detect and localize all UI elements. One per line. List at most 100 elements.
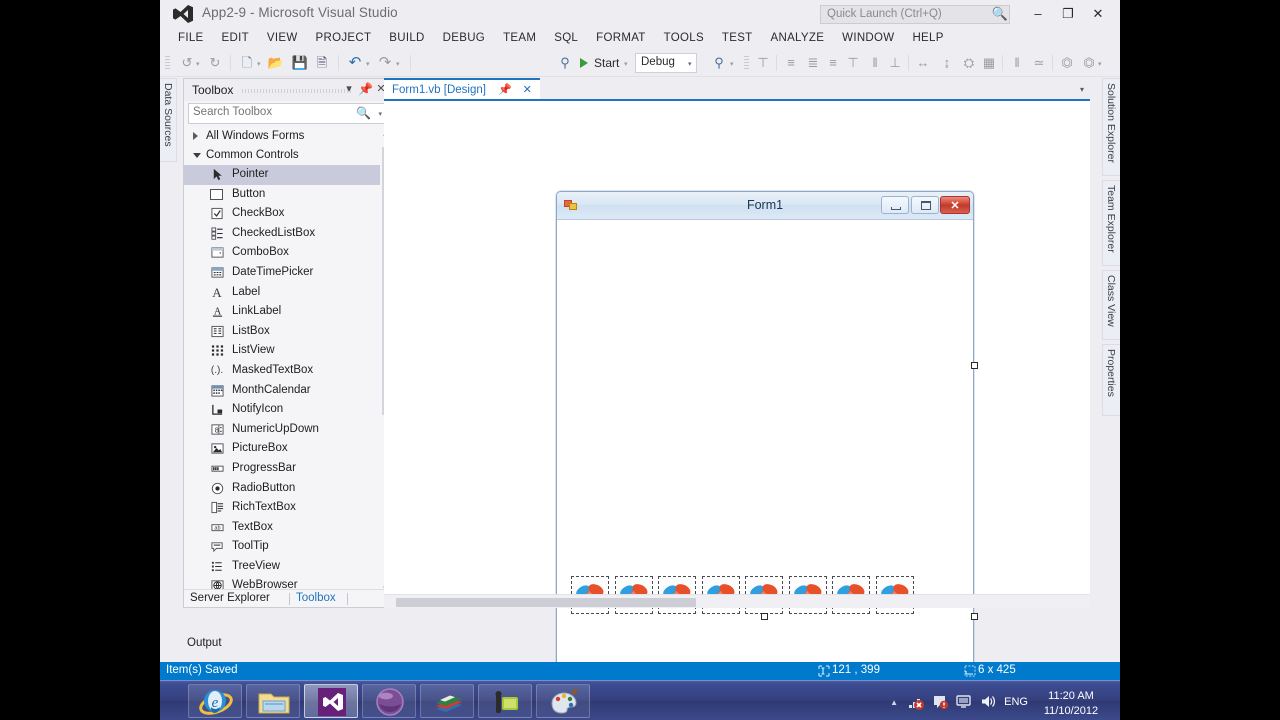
chevron-down-icon[interactable]: ▾ <box>342 82 356 95</box>
align-lefts-icon[interactable]: ≡ <box>782 54 800 72</box>
toolbox-search-box[interactable]: 🔍 ▾ <box>188 103 388 124</box>
sidebar-item-properties[interactable]: Properties <box>1102 344 1120 416</box>
toolbox-item-tooltip[interactable]: ToolTip <box>184 537 392 557</box>
display-icon[interactable] <box>955 693 972 710</box>
chevron-down-icon[interactable]: ▾ <box>1080 85 1084 94</box>
tab-server-explorer[interactable]: Server Explorer <box>190 592 270 604</box>
taskbar-file-explorer[interactable] <box>246 684 300 718</box>
toolbox-group-common-controls[interactable]: Common Controls <box>184 146 392 165</box>
window-minimize-button[interactable]: – <box>1024 4 1052 24</box>
language-indicator[interactable]: ENG <box>1004 696 1028 708</box>
chevron-down-icon[interactable]: ▾ <box>688 60 692 68</box>
form1-design-object[interactable]: Form1 ✕ <box>556 191 974 692</box>
menu-item-sql[interactable]: SQL <box>545 30 587 46</box>
format-toolbar-grip[interactable] <box>744 56 749 70</box>
start-caret-icon[interactable]: ▾ <box>624 60 628 68</box>
navigate-to-caret-icon[interactable]: ▾ <box>730 60 734 68</box>
menu-item-file[interactable]: FILE <box>174 30 213 46</box>
align-middles-icon[interactable]: ‖ <box>866 54 884 72</box>
toolbox-item-textbox[interactable]: ab TextBox <box>184 518 392 538</box>
find-in-files-icon[interactable]: ⚲ <box>556 54 574 72</box>
save-all-icon[interactable]: 🗎 <box>313 54 331 72</box>
toolbox-item-monthcalendar[interactable]: MonthCalendar <box>184 381 392 401</box>
bring-to-front-icon[interactable]: ⏣ <box>1058 54 1076 72</box>
resize-handle-bottom-right[interactable] <box>971 613 978 620</box>
show-hidden-icons-button[interactable]: ▲ <box>890 698 898 707</box>
menu-item-help[interactable]: HELP <box>903 30 952 46</box>
toolbox-item-label[interactable]: A Label <box>184 283 392 303</box>
close-icon[interactable]: ✕ <box>523 84 532 96</box>
open-file-icon[interactable]: 📂 <box>267 54 285 72</box>
search-icon[interactable]: 🔍 <box>992 6 1008 22</box>
toolbar-grip[interactable] <box>165 56 170 70</box>
toolbox-item-button[interactable]: Button <box>184 185 392 205</box>
toolbox-item-progressbar[interactable]: ProgressBar <box>184 459 392 479</box>
toolbox-item-richtextbox[interactable]: RichTextBox <box>184 498 392 518</box>
taskbar-dictionary[interactable] <box>420 684 474 718</box>
toolbox-item-picturebox[interactable]: PictureBox <box>184 439 392 459</box>
menu-item-edit[interactable]: EDIT <box>213 30 258 46</box>
send-to-back-icon[interactable]: ⏣ <box>1080 54 1098 72</box>
quick-launch-input[interactable]: Quick Launch (Ctrl+Q) <box>820 5 1010 24</box>
toolbox-item-checkedlistbox[interactable]: CheckedListBox <box>184 224 392 244</box>
undo-caret-icon[interactable]: ▾ <box>366 60 370 68</box>
menu-item-window[interactable]: WINDOW <box>833 30 903 46</box>
action-center-icon[interactable] <box>931 693 948 710</box>
new-project-icon[interactable]: 🗋 <box>238 54 256 72</box>
toolbox-item-maskedtextbox[interactable]: (.). MaskedTextBox <box>184 361 392 381</box>
redo-icon[interactable]: ↷ <box>376 54 394 72</box>
toolbox-item-combobox[interactable]: ComboBox <box>184 243 392 263</box>
resize-handle-bottom-center[interactable] <box>761 613 768 620</box>
menu-item-build[interactable]: BUILD <box>380 30 433 46</box>
resize-handle-middle-right[interactable] <box>971 362 978 369</box>
toolbox-item-numericupdown[interactable]: 8 NumericUpDown <box>184 420 392 440</box>
sidebar-item-team-explorer[interactable]: Team Explorer <box>1102 180 1120 266</box>
start-debug-icon[interactable] <box>580 58 588 68</box>
undo-icon[interactable]: ↶ <box>346 54 364 72</box>
align-tops-icon[interactable]: ⊤ <box>844 54 862 72</box>
window-maximize-button[interactable]: ❐ <box>1054 4 1082 24</box>
toolbox-item-radiobutton[interactable]: RadioButton <box>184 479 392 499</box>
menu-item-test[interactable]: TEST <box>713 30 762 46</box>
search-input[interactable] <box>193 106 343 118</box>
new-project-caret-icon[interactable]: ▾ <box>257 60 261 68</box>
form-maximize-button[interactable] <box>911 196 939 214</box>
size-to-grid-icon[interactable]: ▦ <box>980 54 998 72</box>
window-close-button[interactable]: ✕ <box>1084 4 1112 24</box>
toolbox-item-listbox[interactable]: ListBox <box>184 322 392 342</box>
toolbox-item-notifyicon[interactable]: NotifyIcon <box>184 400 392 420</box>
toolbox-item-checkbox[interactable]: CheckBox <box>184 204 392 224</box>
pin-icon[interactable]: 📌 <box>498 84 512 96</box>
clock[interactable]: 11:20 AM 11/10/2012 <box>1034 689 1108 719</box>
toolbox-group-all-windows-forms[interactable]: All Windows Forms <box>184 127 392 146</box>
align-to-grid-icon[interactable]: ⊤ <box>754 54 772 72</box>
align-centers-icon[interactable]: ≣ <box>804 54 822 72</box>
align-rights-icon[interactable]: ≡ <box>824 54 842 72</box>
designer-horizontal-scrollbar[interactable] <box>384 594 1090 608</box>
navigate-to-icon[interactable]: ⚲ <box>710 54 728 72</box>
design-surface[interactable]: Form1 ✕ <box>384 101 1090 692</box>
toolbox-item-linklabel[interactable]: A LinkLabel <box>184 302 392 322</box>
save-icon[interactable]: 💾 <box>291 54 309 72</box>
navigate-forward-icon[interactable]: ↻ <box>206 54 224 72</box>
form-minimize-button[interactable] <box>881 196 909 214</box>
volume-icon[interactable] <box>979 693 996 710</box>
horizontal-spacing-icon[interactable]: ‖ <box>1008 54 1026 72</box>
menu-item-tools[interactable]: TOOLS <box>655 30 713 46</box>
taskbar-camera-recorder[interactable] <box>478 684 532 718</box>
sidebar-item-class-view[interactable]: Class View <box>1102 270 1120 340</box>
sidebar-item-data-sources[interactable]: Data Sources <box>160 78 177 162</box>
search-options-caret-icon[interactable]: ▾ <box>378 110 382 118</box>
vertical-spacing-icon[interactable]: ≃ <box>1030 54 1048 72</box>
sidebar-item-solution-explorer[interactable]: Solution Explorer <box>1102 78 1120 176</box>
toolbox-item-listview[interactable]: ListView <box>184 341 392 361</box>
scrollbar-thumb[interactable] <box>396 598 696 607</box>
menu-item-debug[interactable]: DEBUG <box>434 30 494 46</box>
menu-item-project[interactable]: PROJECT <box>307 30 381 46</box>
redo-caret-icon[interactable]: ▾ <box>396 60 400 68</box>
menu-item-team[interactable]: TEAM <box>494 30 545 46</box>
tab-toolbox[interactable]: Toolbox <box>296 592 336 604</box>
navigate-back-caret-icon[interactable]: ▾ <box>196 60 200 68</box>
taskbar-internet-explorer[interactable]: e <box>188 684 242 718</box>
make-same-width-icon[interactable]: ↔ <box>914 54 932 72</box>
